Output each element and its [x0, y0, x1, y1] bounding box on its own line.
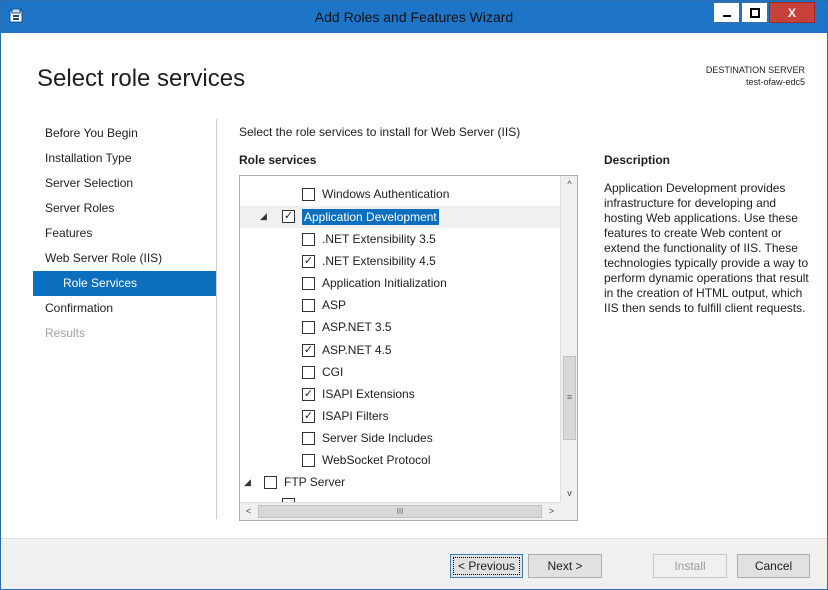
tree-item-label: Windows Authentication — [322, 187, 450, 201]
tree-item-label: Application Development — [302, 209, 439, 225]
tree-row-net-extensibility-35[interactable]: .NET Extensibility 3.5 — [240, 229, 560, 251]
horizontal-scroll-thumb[interactable]: III — [258, 505, 542, 518]
install-button: Install — [653, 554, 727, 578]
cancel-button-label: Cancel — [754, 559, 793, 573]
tree-item-label: ASP.NET 3.5 — [322, 320, 392, 334]
title-bar: Add Roles and Features Wizard X — [1, 1, 827, 33]
close-button[interactable]: X — [769, 2, 815, 23]
checkbox[interactable]: ✓ — [302, 410, 315, 423]
tree-row-windows-authentication[interactable]: Windows Authentication — [240, 184, 560, 206]
checkbox[interactable] — [302, 321, 315, 334]
expand-icon[interactable]: ◢ — [260, 211, 267, 222]
wizard-nav: Before You Begin Installation Type Serve… — [33, 121, 217, 346]
horizontal-scrollbar[interactable]: < III > — [240, 502, 560, 520]
nav-item-before-you-begin[interactable]: Before You Begin — [33, 121, 217, 146]
checkbox[interactable] — [302, 233, 315, 246]
expand-icon[interactable]: ◢ — [244, 477, 251, 488]
wizard-window: Add Roles and Features Wizard X Select r… — [0, 0, 828, 590]
tree-item-label: Application Initialization — [322, 276, 447, 290]
page-title: Select role services — [37, 65, 246, 92]
nav-item-installation-type[interactable]: Installation Type — [33, 146, 217, 171]
minimize-button[interactable] — [713, 2, 740, 23]
minimize-icon — [722, 14, 731, 17]
maximize-icon — [749, 7, 760, 18]
checkbox[interactable] — [264, 476, 277, 489]
checkbox[interactable] — [302, 454, 315, 467]
window-title: Add Roles and Features Wizard — [314, 9, 514, 25]
maximize-button[interactable] — [741, 2, 768, 23]
tree-row-aspnet-45[interactable]: ✓ ASP.NET 4.5 — [240, 340, 560, 362]
instruction-text: Select the role services to install for … — [239, 125, 521, 139]
checkbox[interactable] — [302, 299, 315, 312]
description-header: Description — [604, 153, 671, 167]
scroll-left-icon[interactable]: < — [240, 503, 257, 520]
checkbox[interactable] — [302, 188, 315, 201]
tree-item-label: WebSocket Protocol — [322, 453, 431, 467]
scroll-up-icon[interactable]: ^ — [561, 176, 577, 193]
scroll-down-icon[interactable]: v — [561, 485, 577, 502]
next-button[interactable]: Next > — [528, 554, 602, 578]
checkbox[interactable] — [302, 277, 315, 290]
next-button-label: Next > — [547, 559, 583, 573]
tree-row-aspnet-35[interactable]: ASP.NET 3.5 — [240, 317, 560, 339]
tree-row-asp[interactable]: ASP — [240, 295, 560, 317]
tree-item-label: CGI — [322, 365, 344, 379]
close-icon: X — [787, 5, 796, 20]
tree-row-application-development[interactable]: ◢ ✓ Application Development — [240, 206, 560, 228]
tree-row-isapi-extensions[interactable]: ✓ ISAPI Extensions — [240, 384, 560, 406]
tree-item-label: .NET Extensibility 3.5 — [322, 232, 436, 246]
install-button-label: Install — [674, 559, 706, 573]
wizard-footer: < Previous Next > Install Cancel — [1, 538, 827, 589]
tree-row-isapi-filters[interactable]: ✓ ISAPI Filters — [240, 406, 560, 428]
tree-row-application-initialization[interactable]: Application Initialization — [240, 273, 560, 295]
nav-item-results: Results — [45, 326, 86, 340]
scroll-right-icon[interactable]: > — [543, 503, 560, 520]
destination-server-label: DESTINATION SERVER — [705, 65, 805, 75]
checkbox[interactable]: ✓ — [302, 388, 315, 401]
tree-rows: Windows Authentication ◢ ✓ Application D… — [240, 176, 560, 502]
nav-item-confirmation[interactable]: Confirmation — [33, 296, 217, 321]
tree-row-server-side-includes[interactable]: Server Side Includes — [240, 428, 560, 450]
cancel-button[interactable]: Cancel — [737, 554, 810, 578]
role-services-tree: Windows Authentication ◢ ✓ Application D… — [239, 175, 578, 521]
tree-item-label: ISAPI Filters — [322, 409, 389, 423]
tree-row-partial — [240, 494, 560, 502]
destination-server-name: test-ofaw-edc5 — [745, 77, 805, 87]
vertical-scrollbar[interactable]: ^ ≡ v — [560, 176, 577, 502]
tree-row-ftp-server[interactable]: ◢ FTP Server — [240, 472, 560, 494]
description-text: Application Development provides infrast… — [604, 181, 809, 315]
checkbox[interactable]: ✓ — [302, 344, 315, 357]
tree-item-label: ASP.NET 4.5 — [322, 343, 392, 357]
nav-item-server-roles[interactable]: Server Roles — [33, 196, 217, 221]
tree-item-label: .NET Extensibility 4.5 — [322, 254, 436, 268]
checkbox[interactable] — [302, 366, 315, 379]
nav-item-web-server-role[interactable]: Web Server Role (IIS) — [33, 246, 217, 271]
nav-item-features[interactable]: Features — [33, 221, 217, 246]
vertical-scroll-thumb[interactable]: ≡ — [563, 356, 576, 440]
tree-item-label: ASP — [322, 298, 347, 312]
scroll-corner — [560, 502, 577, 520]
nav-item-server-selection[interactable]: Server Selection — [33, 171, 217, 196]
tree-row-cgi[interactable]: CGI — [240, 362, 560, 384]
checkbox[interactable]: ✓ — [302, 255, 315, 268]
tree-item-label: ISAPI Extensions — [322, 387, 415, 401]
previous-button[interactable]: < Previous — [450, 554, 523, 578]
tree-row-net-extensibility-45[interactable]: ✓ .NET Extensibility 4.5 — [240, 251, 560, 273]
nav-divider — [216, 119, 217, 519]
tree-item-label: FTP Server — [284, 475, 346, 489]
tree-row-websocket-protocol[interactable]: WebSocket Protocol — [240, 450, 560, 472]
checkbox[interactable]: ✓ — [282, 210, 295, 223]
nav-item-role-services[interactable]: Role Services — [33, 271, 217, 296]
tree-item-label: Server Side Includes — [322, 431, 433, 445]
role-services-header: Role services — [239, 153, 317, 167]
previous-button-label: < Previous — [457, 559, 516, 573]
checkbox[interactable] — [302, 432, 315, 445]
